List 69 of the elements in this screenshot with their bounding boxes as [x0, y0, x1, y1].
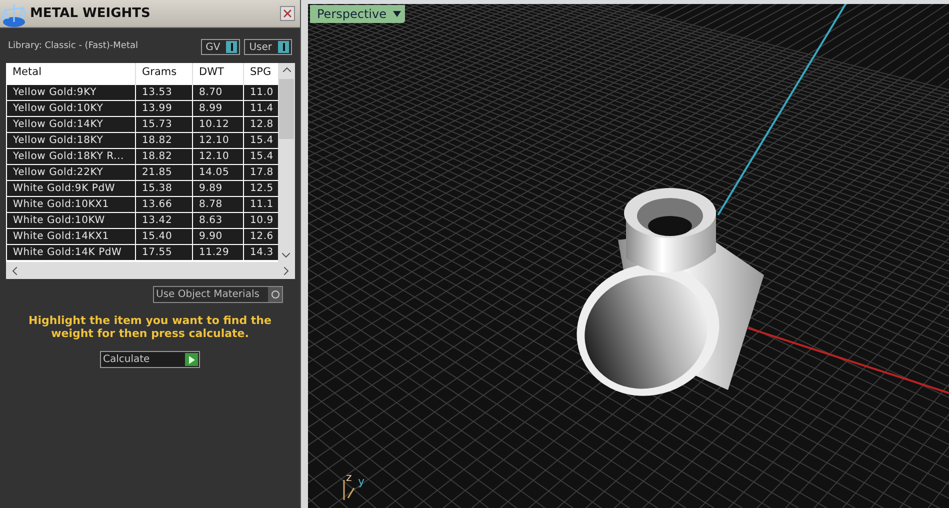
- vertical-scrollbar[interactable]: [278, 63, 295, 262]
- scroll-down-icon[interactable]: [282, 253, 290, 258]
- instruction-text: Highlight the item you want to find the weight for then press calculate.: [28, 314, 272, 340]
- table-cell: 8.63: [192, 212, 244, 228]
- table-cell: White Gold:10KX1: [6, 196, 136, 212]
- table-cell: 13.66: [136, 196, 192, 212]
- table-cell: 18.82: [136, 132, 192, 148]
- table-cell: 11.29: [192, 244, 244, 260]
- table-cell: 8.78: [192, 196, 244, 212]
- panel-title: METAL WEIGHTS: [30, 4, 150, 23]
- table-cell: 17.55: [136, 244, 192, 260]
- table-cell: White Gold:9K PdW: [6, 180, 136, 196]
- table-cell: 14.3: [244, 244, 278, 260]
- toggle-button[interactable]: GV: [200, 39, 240, 55]
- table-cell: 13.42: [136, 212, 192, 228]
- table-cell: Yellow Gold:10KY: [6, 100, 136, 116]
- viewport-menu[interactable]: Perspective: [310, 5, 404, 23]
- table-cell: 12.10: [192, 132, 244, 148]
- table-cell: 12.8: [244, 116, 278, 132]
- scroll-up-icon[interactable]: [282, 67, 290, 72]
- z-axis-label: z: [346, 472, 352, 483]
- table-cell: 21.85: [136, 164, 192, 180]
- calculate-button[interactable]: Calculate: [100, 351, 200, 368]
- y-axis-label: y: [358, 476, 365, 487]
- table-cell: 13.53: [136, 84, 192, 100]
- horizontal-scrollbar[interactable]: [6, 262, 295, 279]
- column-header[interactable]: DWT: [192, 63, 244, 84]
- table-cell: 12.5: [244, 180, 278, 196]
- play-icon: [185, 353, 198, 366]
- table-cell: 10.9: [244, 212, 278, 228]
- table-cell: Yellow Gold:18KY: [6, 132, 136, 148]
- table-cell: 15.73: [136, 116, 192, 132]
- caret-icon: [392, 11, 400, 17]
- table-cell: Yellow Gold:14KY: [6, 116, 136, 132]
- close-icon: [283, 9, 292, 18]
- table-cell: 15.40: [136, 228, 192, 244]
- table-cell: 9.89: [192, 180, 244, 196]
- table-cell: 11.0: [244, 84, 278, 100]
- column-header[interactable]: Grams: [136, 63, 192, 84]
- table-cell: Yellow Gold:9KY: [6, 84, 136, 100]
- table-cell: 9.90: [192, 228, 244, 244]
- close-button[interactable]: [280, 6, 295, 21]
- scale-icon: [2, 2, 26, 28]
- table-cell: Yellow Gold:18KY R...: [6, 148, 136, 164]
- table-cell: 18.82: [136, 148, 192, 164]
- table-cell: 11.4: [244, 100, 278, 116]
- table-cell: 12.6: [244, 228, 278, 244]
- library-label: Library: Classic - (Fast)-Metal: [8, 40, 138, 54]
- table-cell: Yellow Gold:22KY: [6, 164, 136, 180]
- toggle-button[interactable]: User: [244, 39, 292, 55]
- use-object-materials-checkbox[interactable]: Use Object Materials: [153, 286, 283, 303]
- table-cell: 11.1: [244, 196, 278, 212]
- table-cell: White Gold:14KX1: [6, 228, 136, 244]
- scroll-right-icon[interactable]: [284, 266, 289, 274]
- table-cell: White Gold:10KW: [6, 212, 136, 228]
- table-cell: White Gold:14K PdW: [6, 244, 136, 260]
- scroll-left-icon[interactable]: [12, 266, 17, 274]
- table-cell: 12.10: [192, 148, 244, 164]
- radio-indicator[interactable]: [268, 287, 282, 302]
- table-cell: 14.05: [192, 164, 244, 180]
- table-cell: 15.4: [244, 148, 278, 164]
- table-cell: 8.99: [192, 100, 244, 116]
- table-cell: 13.99: [136, 100, 192, 116]
- table-cell: 8.70: [192, 84, 244, 100]
- table-cell: 10.12: [192, 116, 244, 132]
- axis-gizmo-icon: [342, 480, 356, 500]
- table-cell: 15.4: [244, 132, 278, 148]
- table-cell: 15.38: [136, 180, 192, 196]
- table-cell: 17.8: [244, 164, 278, 180]
